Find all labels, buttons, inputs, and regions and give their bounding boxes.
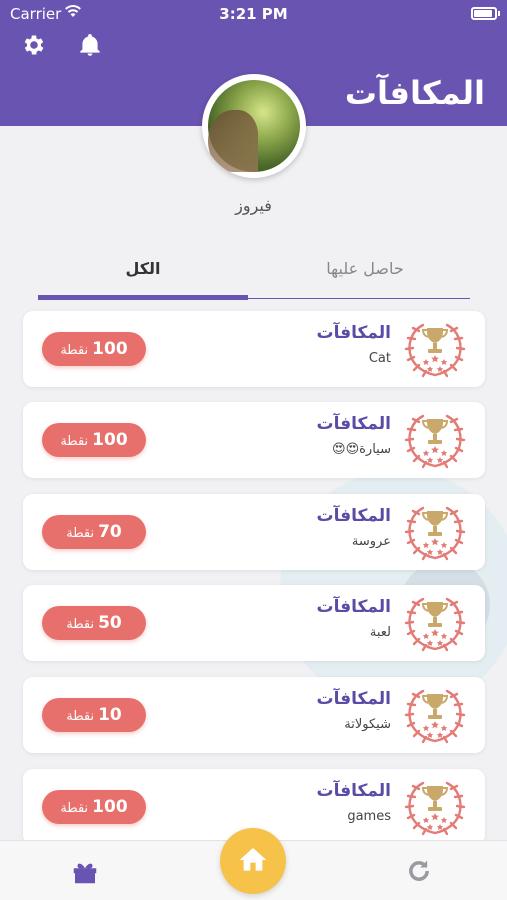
page-title: المكافآت: [344, 74, 485, 112]
tab-earned[interactable]: حاصل عليها: [260, 252, 470, 300]
reward-subtitle: شيكولاتة: [344, 717, 391, 732]
gift-icon[interactable]: [70, 857, 100, 887]
reward-subtitle: Cat: [368, 351, 391, 366]
status-bar: Carrier 3:21 PM: [0, 0, 507, 28]
reward-title: المكافآت: [316, 597, 391, 617]
reward-subtitle: عروسة: [351, 534, 391, 549]
refresh-icon[interactable]: [405, 857, 433, 885]
clock: 3:21 PM: [219, 5, 288, 23]
points-value: 100: [92, 339, 128, 359]
points-unit: نقطة: [60, 801, 89, 816]
trophy-laurel-icon: [404, 689, 466, 744]
reward-title: المكافآت: [316, 414, 391, 434]
points-unit: نقطة: [60, 343, 89, 358]
reward-title: المكافآت: [316, 506, 391, 526]
trophy-laurel-icon: [404, 323, 466, 378]
tab-active-indicator: [38, 295, 248, 300]
reward-title: المكافآت: [316, 689, 391, 709]
points-value: 100: [92, 430, 128, 450]
reward-card[interactable]: المكافآت سيارة😍😍 100نقطة: [23, 402, 485, 478]
points-value: 50: [98, 613, 122, 633]
points-value: 100: [92, 797, 128, 817]
avatar[interactable]: [202, 74, 306, 178]
profile-name: فيروز: [235, 196, 272, 215]
points-pill[interactable]: 50نقطة: [42, 606, 146, 640]
gear-icon[interactable]: [21, 32, 47, 58]
points-unit: نقطة: [66, 617, 95, 632]
tab-all[interactable]: الكل: [38, 252, 248, 300]
reward-title: المكافآت: [316, 781, 391, 801]
points-value: 70: [98, 522, 122, 542]
points-pill[interactable]: 100نقطة: [42, 423, 146, 457]
points-value: 10: [98, 705, 122, 725]
points-pill[interactable]: 10نقطة: [42, 698, 146, 732]
home-icon: [239, 848, 267, 871]
bell-icon[interactable]: [77, 32, 103, 58]
trophy-laurel-icon: [404, 597, 466, 652]
reward-card[interactable]: المكافآت Cat 100نقطة: [23, 311, 485, 387]
trophy-laurel-icon: [404, 414, 466, 469]
trophy-laurel-icon: [404, 506, 466, 561]
reward-subtitle: لعبة: [369, 625, 391, 640]
reward-subtitle: سيارة😍😍: [332, 442, 391, 457]
reward-card[interactable]: المكافآت شيكولاتة 10نقطة: [23, 677, 485, 753]
tab-bar: الكل حاصل عليها: [38, 252, 470, 302]
reward-title: المكافآت: [316, 323, 391, 343]
points-unit: نقطة: [60, 434, 89, 449]
home-button[interactable]: [220, 828, 286, 894]
reward-subtitle: games: [347, 809, 391, 824]
reward-card[interactable]: المكافآت عروسة 70نقطة: [23, 494, 485, 570]
points-pill[interactable]: 100نقطة: [42, 790, 146, 824]
points-unit: نقطة: [66, 526, 95, 541]
points-pill[interactable]: 70نقطة: [42, 515, 146, 549]
avatar-photo-detail: [208, 110, 258, 172]
battery-icon: [471, 7, 500, 20]
trophy-laurel-icon: [404, 781, 466, 836]
reward-card[interactable]: المكافآت لعبة 50نقطة: [23, 585, 485, 661]
points-unit: نقطة: [66, 709, 95, 724]
points-pill[interactable]: 100نقطة: [42, 332, 146, 366]
